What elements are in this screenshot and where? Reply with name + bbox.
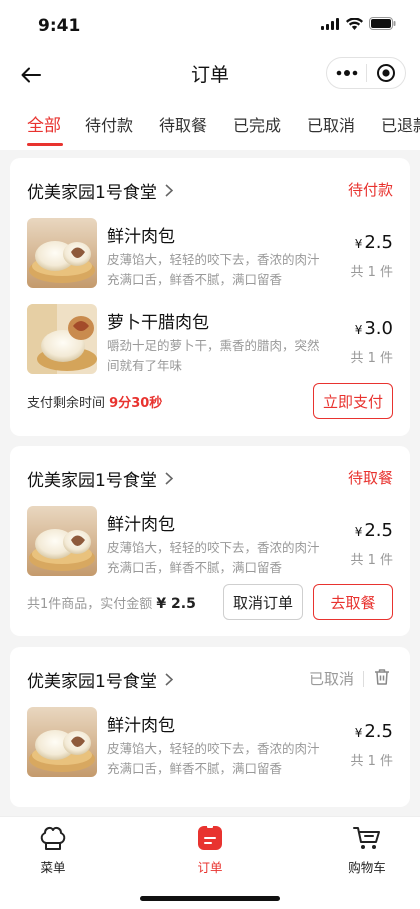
- order-item: 鲜汁肉包 皮薄馅大，轻轻的咬下去，香浓的肉汁充满口舌，鲜香不腻，满口留香 ¥2.…: [27, 218, 393, 290]
- product-count: 共 1 件: [350, 553, 393, 568]
- status-divider: [363, 671, 364, 687]
- nav-label: 订单: [197, 860, 223, 875]
- trash-icon: [375, 669, 389, 685]
- product-description: 嚼劲十足的萝卜干，熏香的腊肉，突然间就有了年味: [107, 338, 320, 373]
- order-summary: 共1件商品，实付金额 ¥ 2.5: [27, 593, 196, 612]
- countdown-label: 支付剩余时间: [27, 396, 106, 411]
- order-card: 优美家园1号食堂 待付款 鲜汁肉包 皮薄馅大，轻轻的咬下去，香浓的肉汁充满口舌，…: [10, 158, 410, 436]
- currency-symbol: ¥: [354, 726, 363, 740]
- product-price: ¥2.5: [355, 232, 393, 253]
- chevron-right-icon: [165, 472, 173, 485]
- chef-hat-icon: [40, 826, 66, 850]
- nav-label: 菜单: [40, 860, 66, 875]
- nav-item-menu[interactable]: 菜单: [8, 823, 98, 876]
- status-icons: [321, 17, 396, 30]
- product-count: 共 1 件: [350, 265, 393, 280]
- order-status: 待取餐: [347, 469, 393, 487]
- shop-name: 优美家园1号食堂: [27, 471, 157, 491]
- shop-name: 优美家园1号食堂: [27, 672, 157, 692]
- nav-item-cart[interactable]: 购物车: [322, 823, 412, 876]
- tab-cancelled[interactable]: 已取消: [307, 112, 355, 136]
- status-bar: 9:41: [0, 0, 420, 50]
- target-icon: [376, 64, 395, 82]
- cart-icon: [353, 827, 380, 849]
- product-price: ¥3.0: [355, 318, 393, 339]
- delete-order-button[interactable]: [373, 668, 393, 688]
- chevron-right-icon: [165, 673, 173, 686]
- price-value: 3.0: [364, 318, 393, 339]
- mini-program-capsule: [326, 57, 406, 89]
- shop-name-link[interactable]: 优美家园1号食堂: [27, 178, 173, 203]
- nav-item-orders[interactable]: 订单: [165, 823, 255, 876]
- status-time: 9:41: [38, 16, 81, 36]
- tab-pending-pickup[interactable]: 待取餐: [159, 112, 207, 136]
- shop-name: 优美家园1号食堂: [27, 183, 157, 203]
- more-dots-icon: [336, 70, 357, 76]
- order-card: 优美家园1号食堂 待取餐 鲜汁肉包 皮薄馅大，轻轻的咬下去，香浓的肉汁充满口舌，…: [10, 446, 410, 636]
- product-name: 鲜汁肉包: [107, 716, 175, 736]
- order-item: 鲜汁肉包 皮薄馅大，轻轻的咬下去，香浓的肉汁充满口舌，鲜香不腻，满口留香 ¥2.…: [27, 707, 393, 779]
- product-image: [27, 218, 97, 288]
- nav-label: 购物车: [348, 860, 386, 875]
- order-tabs: 全部 待付款 待取餐 已完成 已取消 已退款: [0, 98, 420, 150]
- tab-pending-payment[interactable]: 待付款: [85, 112, 133, 136]
- wifi-icon: [346, 17, 363, 30]
- order-status: 已取消: [308, 670, 354, 688]
- tab-all[interactable]: 全部: [27, 111, 61, 136]
- tab-completed[interactable]: 已完成: [233, 112, 281, 136]
- order-card: 优美家园1号食堂 已取消 鲜汁肉包 皮薄馅大，轻轻的咬下去，香浓的肉汁充满口舌，…: [10, 647, 410, 807]
- home-indicator: [140, 896, 280, 901]
- product-description: 皮薄馅大，轻轻的咬下去，香浓的肉汁充满口舌，鲜香不腻，满口留香: [107, 540, 320, 575]
- product-name: 鲜汁肉包: [107, 227, 175, 247]
- active-tab-indicator: [27, 143, 63, 146]
- paid-amount: ¥ 2.5: [156, 596, 196, 612]
- product-description: 皮薄馅大，轻轻的咬下去，香浓的肉汁充满口舌，鲜香不腻，满口留香: [107, 252, 320, 287]
- pickup-button[interactable]: 去取餐: [313, 584, 393, 620]
- product-name: 萝卜干腊肉包: [107, 313, 209, 333]
- product-count: 共 1 件: [350, 754, 393, 769]
- price-value: 2.5: [364, 520, 393, 541]
- signal-icon: [321, 17, 339, 30]
- product-name: 鲜汁肉包: [107, 515, 175, 535]
- product-image: [27, 304, 97, 374]
- currency-symbol: ¥: [354, 323, 363, 337]
- product-image: [27, 707, 97, 777]
- order-list-icon: [198, 825, 222, 850]
- bottom-nav: 菜单 订单 购物车: [0, 816, 420, 909]
- cancel-order-button[interactable]: 取消订单: [223, 584, 303, 620]
- pay-now-button[interactable]: 立即支付: [313, 383, 393, 419]
- price-value: 2.5: [364, 232, 393, 253]
- summary-label: 共1件商品，实付金额: [27, 597, 153, 612]
- currency-symbol: ¥: [354, 525, 363, 539]
- shop-name-link[interactable]: 优美家园1号食堂: [27, 466, 173, 491]
- payment-countdown: 支付剩余时间 9分30秒: [27, 392, 162, 411]
- countdown-value: 9分30秒: [109, 396, 163, 411]
- order-item: 萝卜干腊肉包 嚼劲十足的萝卜干，熏香的腊肉，突然间就有了年味 ¥3.0 共 1 …: [27, 304, 393, 376]
- tab-refunded[interactable]: 已退款: [381, 112, 420, 136]
- price-value: 2.5: [364, 721, 393, 742]
- product-description: 皮薄馅大，轻轻的咬下去，香浓的肉汁充满口舌，鲜香不腻，满口留香: [107, 741, 320, 776]
- product-price: ¥2.5: [355, 721, 393, 742]
- more-button[interactable]: [327, 58, 366, 88]
- battery-icon: [369, 17, 396, 30]
- nav-bar: 订单: [0, 50, 420, 98]
- product-image: [27, 506, 97, 576]
- order-status: 待付款: [347, 181, 393, 199]
- product-count: 共 1 件: [350, 351, 393, 366]
- order-item: 鲜汁肉包 皮薄馅大，轻轻的咬下去，香浓的肉汁充满口舌，鲜香不腻，满口留香 ¥2.…: [27, 506, 393, 578]
- currency-symbol: ¥: [354, 237, 363, 251]
- close-miniprogram-button[interactable]: [367, 58, 405, 88]
- shop-name-link[interactable]: 优美家园1号食堂: [27, 667, 173, 692]
- chevron-right-icon: [165, 184, 173, 197]
- product-price: ¥2.5: [355, 520, 393, 541]
